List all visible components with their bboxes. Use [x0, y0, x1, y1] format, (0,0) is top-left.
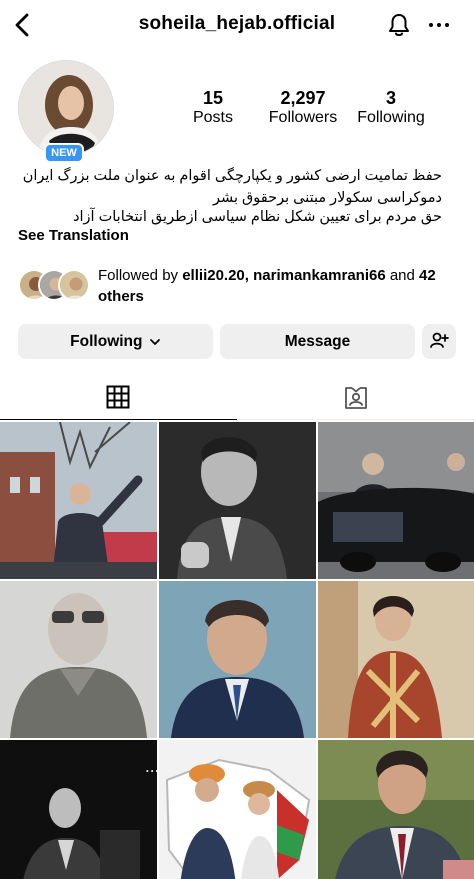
post-thumbnail[interactable]: ایران معبد ماست...	[0, 740, 157, 879]
following-stat[interactable]: 3 Following	[350, 88, 432, 128]
followed-by-names: ellii20.20, narimankamrani66	[182, 267, 386, 284]
mutual-avatar	[58, 269, 90, 301]
profile-avatar[interactable]	[18, 60, 114, 156]
bio-line-1: حفظ تمامیت ارضی کشور و یکپارچگی اقوام به…	[22, 168, 442, 184]
new-badge: NEW	[44, 143, 84, 163]
following-button-label: Following	[70, 333, 143, 350]
post-thumbnail[interactable]	[159, 581, 316, 738]
followed-by-and: and	[385, 267, 420, 284]
posts-stat[interactable]: 15 Posts	[183, 88, 243, 128]
bell-icon[interactable]	[385, 11, 413, 39]
tab-posts-grid[interactable]	[0, 374, 237, 420]
post-thumbnail[interactable]	[318, 581, 474, 738]
followed-by-prefix: Followed by	[98, 267, 183, 284]
post-thumbnail[interactable]	[0, 581, 157, 738]
post-thumbnail[interactable]	[318, 740, 474, 879]
followers-count: 2,297	[280, 88, 326, 108]
top-bar: soheila_hejab.official	[0, 0, 474, 50]
see-translation-link[interactable]: See Translation	[18, 227, 129, 244]
post-thumbnail[interactable]	[0, 422, 157, 579]
post-caption: ایران معبد ماست...	[145, 758, 157, 776]
following-label: Following	[357, 109, 425, 126]
post-thumbnail[interactable]	[318, 422, 474, 579]
chevron-down-icon	[149, 339, 160, 345]
following-button[interactable]: Following	[18, 324, 213, 359]
tagged-user-icon	[345, 387, 367, 409]
followers-label: Followers	[268, 109, 338, 126]
followers-stat[interactable]: 2,297 Followers	[260, 88, 346, 128]
following-count: 3	[385, 88, 396, 108]
posts-count: 15	[202, 88, 224, 108]
posts-grid: ایران معبد ماست...	[0, 422, 474, 879]
add-user-icon	[430, 333, 449, 349]
posts-label: Posts	[192, 109, 233, 126]
grid-icon	[106, 385, 130, 409]
message-button[interactable]: Message	[220, 324, 415, 359]
add-user-button[interactable]	[422, 324, 456, 359]
more-options-icon[interactable]	[427, 13, 451, 37]
followed-by-text[interactable]: Followed by ellii20.20, narimankamrani66…	[98, 265, 458, 307]
post-thumbnail[interactable]	[159, 422, 316, 579]
tab-tagged[interactable]	[237, 374, 474, 420]
bio-line-3: حق مردم برای تعیین شکل نظام سیاسی ازطریق…	[73, 209, 442, 225]
mutual-followers-avatars[interactable]	[18, 269, 92, 301]
post-thumbnail[interactable]	[159, 740, 316, 879]
